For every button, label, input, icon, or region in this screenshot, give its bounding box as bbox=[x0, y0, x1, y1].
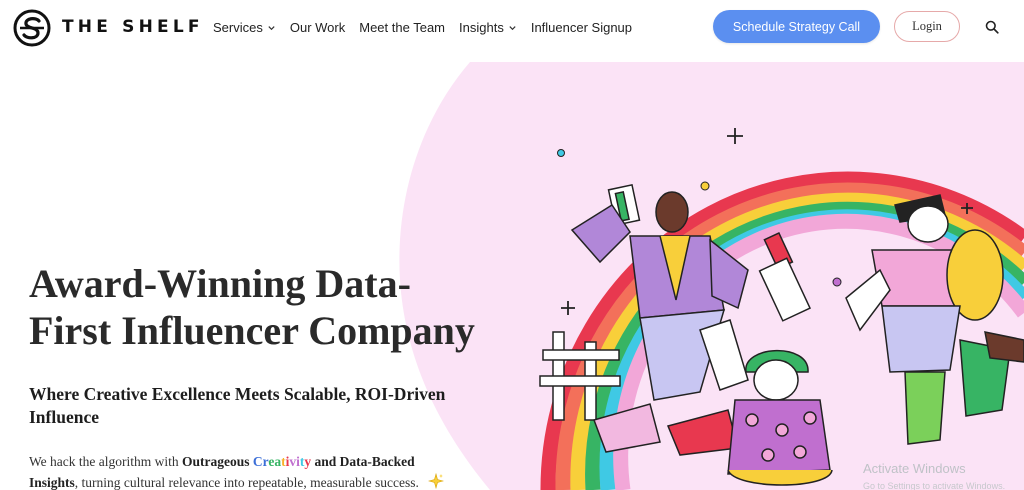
body-prefix: We hack the algorithm with bbox=[29, 454, 182, 469]
sparkles-icon bbox=[428, 472, 445, 490]
body-suffix: , turning cultural relevance into repeat… bbox=[74, 475, 419, 490]
hero-body-copy: We hack the algorithm with Outrageous Cr… bbox=[29, 451, 499, 490]
menu-item-influencer-signup[interactable]: Influencer Signup bbox=[531, 20, 632, 35]
body-bold-outrageous: Outrageous bbox=[182, 454, 253, 469]
activate-windows-title: Activate Windows bbox=[863, 461, 966, 476]
subhead-line-1: Where Creative Excellence Meets Scalable… bbox=[29, 384, 446, 404]
chevron-down-icon bbox=[509, 26, 516, 31]
menu-item-our-work[interactable]: Our Work bbox=[290, 20, 345, 35]
menu-item-services[interactable]: Services bbox=[213, 20, 276, 35]
menu-item-meet-the-team[interactable]: Meet the Team bbox=[359, 20, 445, 35]
rainbow-text: Creativity bbox=[253, 454, 311, 469]
rainbow-letter: C bbox=[252, 454, 263, 469]
menu-label: Meet the Team bbox=[359, 20, 446, 35]
menu-label: Insights bbox=[459, 20, 504, 35]
login-button[interactable]: Login bbox=[894, 11, 960, 42]
activate-windows-subtitle: Go to Settings to activate Windows. bbox=[863, 481, 1006, 490]
menu-label: Our Work bbox=[289, 20, 346, 35]
headline-line-1: Award-Winning Data- bbox=[29, 261, 411, 306]
schedule-strategy-call-button[interactable]: Schedule Strategy Call bbox=[713, 10, 880, 43]
body-rainbow-creativity: Creativity bbox=[253, 454, 311, 469]
hero-headline: Award-Winning Data- First Influencer Com… bbox=[29, 260, 509, 354]
brand-name[interactable]: THE SHELF bbox=[62, 17, 204, 37]
main-menu: Services Our Work Meet the Team Insights… bbox=[213, 20, 632, 35]
headline-line-2: First Influencer Company bbox=[29, 308, 475, 353]
search-icon[interactable] bbox=[985, 20, 999, 34]
subhead-line-2: Influence bbox=[29, 407, 99, 427]
menu-label: Influencer Signup bbox=[530, 20, 633, 35]
menu-label: Services bbox=[213, 20, 263, 35]
top-nav: THE SHELF Services Our Work Meet the Tea… bbox=[0, 0, 1024, 56]
hero-subheadline: Where Creative Excellence Meets Scalable… bbox=[29, 383, 509, 429]
chevron-down-icon bbox=[268, 26, 275, 31]
menu-item-insights[interactable]: Insights bbox=[459, 20, 517, 35]
shelf-s-logo-icon[interactable] bbox=[12, 8, 52, 48]
body-bold-data-backed: and Data-Backed bbox=[311, 454, 415, 469]
body-bold-insights: Insights bbox=[29, 475, 75, 490]
